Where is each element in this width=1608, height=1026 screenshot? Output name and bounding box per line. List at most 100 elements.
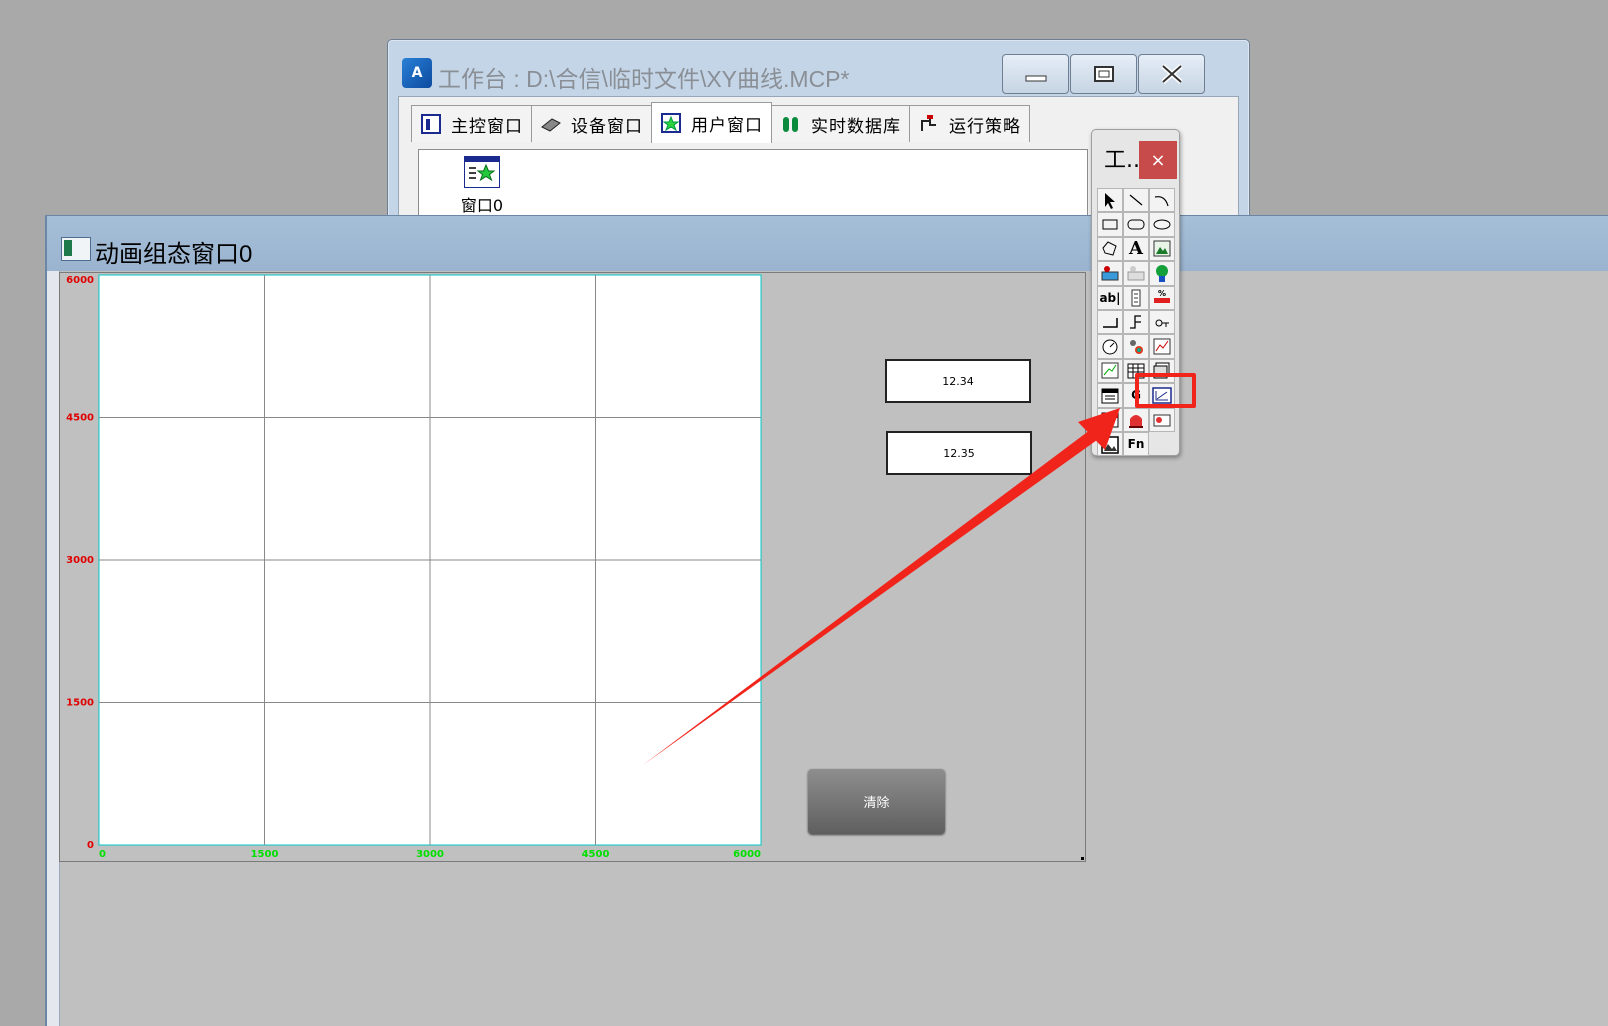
tool-report[interactable] (1097, 383, 1123, 408)
toolbox-grid: Aab|% G Fn (1097, 188, 1175, 457)
tab-run-strategy[interactable]: 运行策略 (909, 105, 1030, 142)
picture-icon (1101, 435, 1119, 454)
tool-switch[interactable] (1149, 309, 1175, 335)
tab-main-window[interactable]: 主控窗口 (411, 105, 532, 142)
tool-step-button[interactable] (1123, 309, 1149, 335)
close-button[interactable] (1138, 54, 1205, 94)
tool-input-box[interactable]: ab| (1097, 285, 1123, 310)
tool-alarm-strip[interactable] (1149, 407, 1175, 432)
animation-window-titlebar: 动画组态窗口0 (47, 216, 1608, 271)
line-icon (1129, 194, 1143, 206)
x-tick-label: 3000 (416, 849, 444, 860)
workbench-title: 工作台 : D:\合信\临时文件\XY曲线.MCP* (438, 66, 850, 92)
restore-button[interactable] (1070, 54, 1137, 94)
tool-flow-block[interactable] (1097, 261, 1123, 286)
tab-label: 主控窗口 (451, 116, 523, 137)
alarm-light-icon (1129, 415, 1143, 429)
rounded-rect-icon (1127, 219, 1145, 230)
y-tick-label: 4500 (66, 413, 94, 424)
y-tick-label: 6000 (66, 275, 94, 286)
y-tick-label: 1500 (66, 698, 94, 709)
tab-realtime-database[interactable]: 实时数据库 (771, 105, 910, 142)
device-icon (541, 118, 561, 132)
window-icon (61, 237, 91, 261)
workbench-tabs: 主控窗口 设备窗口 用户窗口 实时数据库 运行策略 (411, 102, 1030, 143)
tab-label: 设备窗口 (571, 116, 643, 137)
window-item-0[interactable]: 窗口0 (457, 156, 507, 216)
tab-device-window[interactable]: 设备窗口 (531, 105, 652, 142)
tab-label: 运行策略 (949, 116, 1021, 137)
clear-button-label: 清除 (863, 796, 890, 811)
alarm-strip-icon (1153, 414, 1171, 427)
tool-text[interactable]: A (1123, 236, 1149, 262)
tool-ellipse[interactable] (1149, 212, 1175, 237)
tool-arc[interactable] (1149, 188, 1175, 213)
pipe-icon (1127, 265, 1145, 281)
tool-line[interactable] (1123, 188, 1149, 213)
report-icon (1101, 388, 1119, 404)
x-tick-label: 6000 (733, 849, 761, 860)
tool-rotary[interactable] (1123, 334, 1149, 359)
tool-standard-button[interactable] (1097, 309, 1123, 335)
percent-fill-icon: % (1154, 289, 1170, 304)
y-tick-label: 3000 (66, 555, 94, 566)
tool-rectangle[interactable] (1097, 212, 1123, 237)
tool-alarm-light[interactable] (1123, 407, 1149, 432)
close-icon (1160, 64, 1183, 84)
tool-picture[interactable] (1097, 431, 1123, 457)
tool-element-library[interactable] (1149, 261, 1175, 286)
database-icon (783, 117, 798, 132)
window-item-label: 窗口0 (460, 196, 504, 215)
xy-curve-tool-highlight (1135, 373, 1196, 408)
rotary-icon (1130, 340, 1143, 355)
gauge-icon (1102, 339, 1118, 355)
close-icon: × (1150, 149, 1166, 171)
y-tick-label: 0 (87, 840, 94, 851)
tool-rounded-rect[interactable] (1123, 212, 1149, 237)
bitmap-icon (1153, 240, 1171, 257)
tool-alarm-table[interactable] (1097, 407, 1123, 432)
tool-percent-fill[interactable]: % (1149, 285, 1175, 310)
tool-realtime-curve[interactable] (1149, 334, 1175, 359)
standard-button-icon (1103, 317, 1118, 328)
text-icon: A (1129, 238, 1143, 260)
flow-block-icon (1101, 265, 1119, 281)
animation-window-title: 动画组态窗口0 (95, 241, 253, 268)
tool-gauge[interactable] (1097, 334, 1123, 359)
window-star-icon (464, 156, 500, 188)
value-display-2-text: 12.35 (943, 446, 975, 460)
pointer-icon (1105, 192, 1115, 209)
tool-function[interactable]: Fn (1123, 431, 1149, 457)
step-button-icon (1130, 314, 1141, 329)
clear-button[interactable]: 清除 (808, 769, 945, 834)
ellipse-icon (1153, 219, 1171, 230)
restore-icon (1093, 66, 1114, 82)
tab-user-window[interactable]: 用户窗口 (651, 102, 772, 143)
value-display-2[interactable]: 12.35 (886, 431, 1032, 475)
tool-pipe[interactable] (1123, 261, 1149, 286)
polygon-icon (1102, 241, 1117, 257)
function-icon: Fn (1127, 437, 1145, 452)
value-display-1-text: 12.34 (942, 374, 974, 388)
tool-pointer[interactable] (1097, 188, 1123, 213)
switch-icon (1155, 319, 1169, 327)
toolbox-close-button[interactable]: × (1139, 141, 1177, 179)
tool-slider[interactable] (1123, 285, 1149, 310)
x-tick-label: 0 (99, 849, 106, 860)
main-window-icon (421, 114, 441, 134)
user-window-icon (661, 113, 681, 133)
history-curve-icon (1101, 362, 1119, 379)
value-display-1[interactable]: 12.34 (885, 359, 1031, 403)
minimize-button[interactable] (1002, 54, 1069, 94)
arc-icon (1154, 195, 1169, 206)
svg-text:%: % (1158, 289, 1166, 298)
rectangle-icon (1102, 219, 1118, 230)
slider-icon (1131, 289, 1141, 307)
strategy-icon (921, 115, 936, 131)
tool-bitmap[interactable] (1149, 236, 1175, 262)
tool-history-curve[interactable] (1097, 358, 1123, 384)
minimize-icon (1025, 75, 1046, 82)
tab-label: 实时数据库 (811, 116, 901, 137)
tool-polygon[interactable] (1097, 236, 1123, 262)
tab-label: 用户窗口 (691, 115, 763, 136)
